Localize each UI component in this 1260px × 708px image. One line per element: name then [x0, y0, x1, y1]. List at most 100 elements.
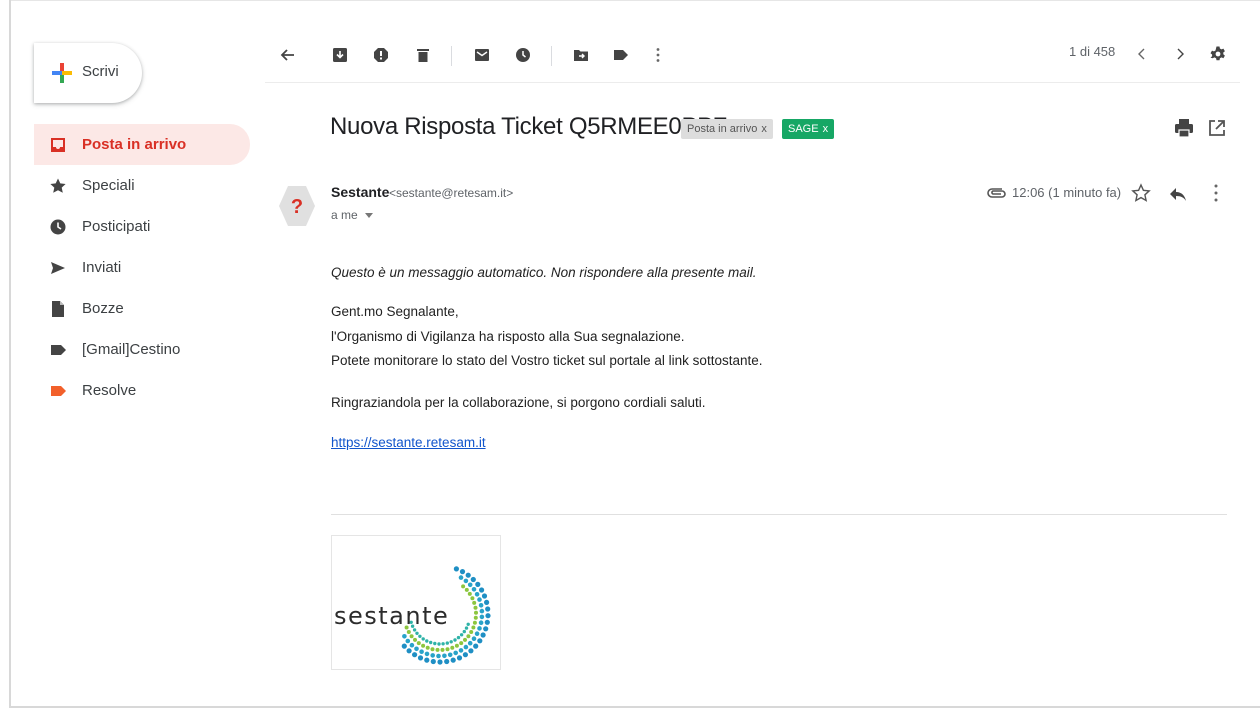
logo-dot: [413, 637, 417, 642]
print-icon[interactable]: [1173, 118, 1195, 138]
back-button[interactable]: [274, 42, 300, 68]
sidebar-item-resolve[interactable]: Resolve: [34, 370, 250, 411]
logo-dot: [478, 620, 484, 625]
sestante-logo: sestante: [334, 566, 491, 665]
chevron-right-icon: [1177, 48, 1184, 60]
logo-dot: [424, 657, 430, 663]
logo-dot: [429, 640, 433, 645]
logo-dot: [441, 642, 445, 646]
logo-dot: [474, 631, 480, 636]
body-line: l'Organismo di Vigilanza ha risposto all…: [331, 329, 685, 344]
logo-dot: [433, 641, 437, 646]
sidebar-item-label: Bozze: [82, 300, 124, 317]
star-icon[interactable]: [1131, 183, 1151, 203]
logo-dot: [447, 652, 453, 658]
recipient-details-toggle[interactable]: a me: [331, 208, 374, 222]
chevron-left-icon: [1138, 48, 1145, 60]
sidebar-item-label: Inviati: [82, 259, 122, 276]
sidebar-item-inbox[interactable]: Posta in arrivo: [34, 124, 250, 165]
sidebar-item-label: Resolve: [82, 382, 137, 399]
older-button[interactable]: [1167, 41, 1193, 67]
logo-dot: [456, 635, 461, 640]
logo-wordmark: sestante: [334, 602, 449, 630]
logo-dot: [435, 647, 440, 652]
sidebar-item-starred[interactable]: Speciali: [34, 165, 250, 206]
logo-dot: [414, 646, 419, 652]
logo-dot: [459, 633, 464, 637]
logo-dot: [440, 647, 445, 652]
logo-dot: [415, 631, 419, 635]
labels-button[interactable]: [608, 42, 634, 68]
logo-dot: [430, 647, 435, 652]
logo-dot: [449, 640, 453, 644]
logo-dot: [477, 597, 482, 602]
remove-label-button[interactable]: x: [761, 123, 767, 135]
logo-dot: [402, 634, 407, 639]
label-chip-inbox: Posta in arrivo x: [681, 119, 773, 139]
dropdown-arrow-icon: [365, 212, 374, 218]
logo-dot: [478, 603, 484, 608]
archive-button[interactable]: [327, 42, 353, 68]
logo-dot: [454, 643, 459, 648]
logo-dot: [475, 581, 481, 587]
portal-link[interactable]: https://sestante.retesam.it: [331, 435, 486, 450]
compose-label: Scrivi: [82, 63, 119, 80]
logo-dot: [469, 630, 474, 634]
logo-dot: [484, 599, 490, 605]
remove-label-button[interactable]: x: [823, 123, 829, 135]
sidebar-item-trash[interactable]: [Gmail]Cestino: [34, 329, 250, 370]
sidebar-item-sent[interactable]: Inviati: [34, 247, 250, 288]
logo-dot: [468, 648, 474, 654]
sidebar-nav: Posta in arrivo Speciali Posticipati Inv…: [34, 124, 250, 411]
recipient-text: a me: [331, 208, 358, 222]
logo-dot: [485, 606, 491, 612]
move-to-button[interactable]: [568, 42, 594, 68]
logo-dot: [437, 659, 443, 665]
logo-dot: [485, 613, 491, 619]
logo-dot: [471, 636, 477, 641]
logo-dot: [466, 634, 471, 639]
logo-dot: [418, 634, 422, 638]
reply-icon[interactable]: [1168, 185, 1188, 203]
logo-dot: [477, 638, 483, 644]
back-arrow-icon: [280, 49, 294, 61]
report-spam-button[interactable]: [368, 42, 394, 68]
open-new-window-icon[interactable]: [1207, 118, 1227, 138]
logo-dot: [463, 578, 469, 584]
more-button[interactable]: [645, 42, 671, 68]
gear-icon: [1210, 46, 1225, 61]
newer-button[interactable]: [1129, 41, 1155, 67]
label-chip-sage: SAGE x: [782, 119, 835, 139]
logo-dot: [462, 629, 466, 634]
logo-dot: [481, 593, 488, 599]
more-vert-icon[interactable]: [1208, 183, 1224, 203]
snooze-button[interactable]: [510, 42, 536, 68]
logo-dot: [458, 575, 464, 580]
compose-button[interactable]: Scrivi: [34, 43, 142, 103]
logo-dot: [471, 625, 476, 630]
logo-dot: [467, 591, 472, 596]
sidebar-item-label: Speciali: [82, 177, 135, 194]
sidebar-item-drafts[interactable]: Bozze: [34, 288, 250, 329]
logo-dot: [484, 619, 490, 625]
delete-button[interactable]: [410, 42, 436, 68]
logo-dot: [477, 626, 482, 631]
logo-dot: [442, 653, 447, 659]
archive-icon: [333, 48, 347, 62]
logo-dot: [445, 641, 449, 645]
logo-dot: [453, 638, 457, 642]
logo-dot: [430, 658, 436, 665]
mark-unread-button[interactable]: [469, 42, 495, 68]
logo-dot: [424, 651, 430, 657]
logo-dot: [479, 614, 485, 620]
sender-email: <sestante@retesam.it>: [389, 186, 514, 200]
message-time: 12:06 (1 minuto fa): [1012, 185, 1122, 200]
logo-dot: [473, 615, 478, 620]
logo-dot: [450, 645, 455, 650]
sidebar-item-snoozed[interactable]: Posticipati: [34, 206, 250, 247]
settings-button[interactable]: [1205, 41, 1231, 67]
signature-logo: sestante: [331, 535, 501, 670]
snooze-icon: [516, 48, 530, 62]
gmail-window: Scrivi Posta in arrivo Speciali Posticip…: [0, 0, 1260, 708]
signature-divider: [331, 514, 1227, 515]
